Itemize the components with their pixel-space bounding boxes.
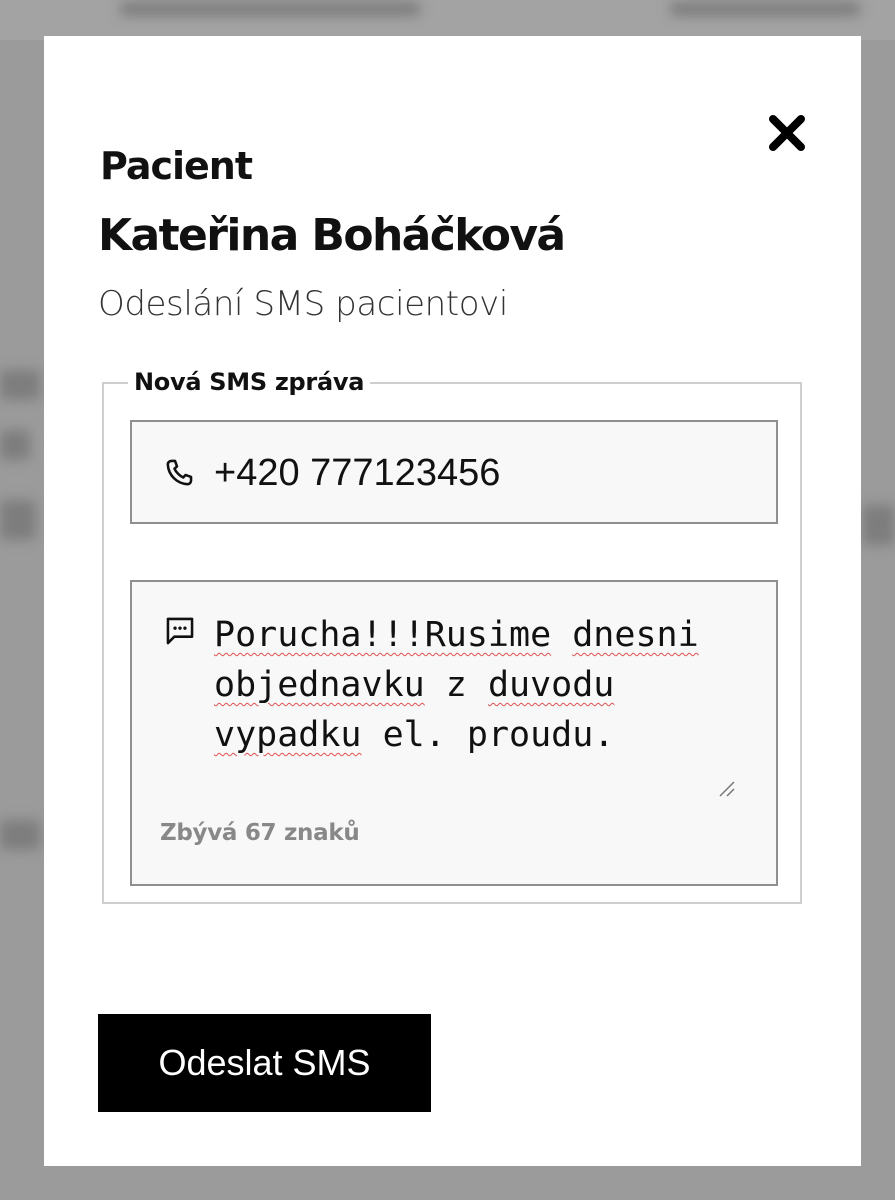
message-word: vypadku	[214, 715, 362, 755]
background-blur	[120, 2, 420, 16]
background-blur	[0, 820, 40, 850]
patient-name: Kateřina Boháčková	[98, 210, 566, 261]
background-blur	[862, 505, 895, 545]
new-sms-fieldset: Nová SMS zpráva Porucha!!!Rusime dnesni …	[102, 368, 802, 904]
background-blur	[670, 2, 860, 16]
send-sms-button[interactable]: Odeslat SMS	[98, 1014, 431, 1112]
message-word: Porucha!!!Rusime	[214, 615, 552, 655]
char-counter: Zbývá 67 znaků	[160, 820, 360, 846]
message-textarea[interactable]: Porucha!!!Rusime dnesni objednavku z duv…	[214, 610, 734, 760]
message-word: z	[445, 665, 467, 705]
fieldset-legend: Nová SMS zpráva	[128, 368, 371, 396]
message-word: proudu.	[466, 715, 615, 755]
message-word: el.	[382, 715, 446, 755]
message-field[interactable]: Porucha!!!Rusime dnesni objednavku z duv…	[130, 580, 778, 886]
background-blur	[0, 430, 30, 460]
message-bubble-icon	[166, 617, 194, 645]
message-word: dnesni	[572, 615, 699, 655]
patient-sms-modal: Pacient Kateřina Boháčková Odeslání SMS …	[44, 36, 861, 1166]
message-word: objednavku	[214, 665, 425, 705]
background-blur	[0, 500, 36, 540]
phone-icon	[166, 459, 193, 486]
modal-heading: Pacient	[100, 144, 253, 188]
close-x-icon	[769, 115, 805, 151]
message-word: duvodu	[487, 665, 615, 705]
phone-input[interactable]	[214, 448, 754, 498]
close-button[interactable]	[762, 108, 812, 158]
modal-subtitle: Odeslání SMS pacientovi	[98, 284, 508, 324]
resize-handle[interactable]	[716, 778, 736, 798]
background-blur	[0, 370, 40, 400]
phone-field[interactable]	[130, 420, 778, 524]
